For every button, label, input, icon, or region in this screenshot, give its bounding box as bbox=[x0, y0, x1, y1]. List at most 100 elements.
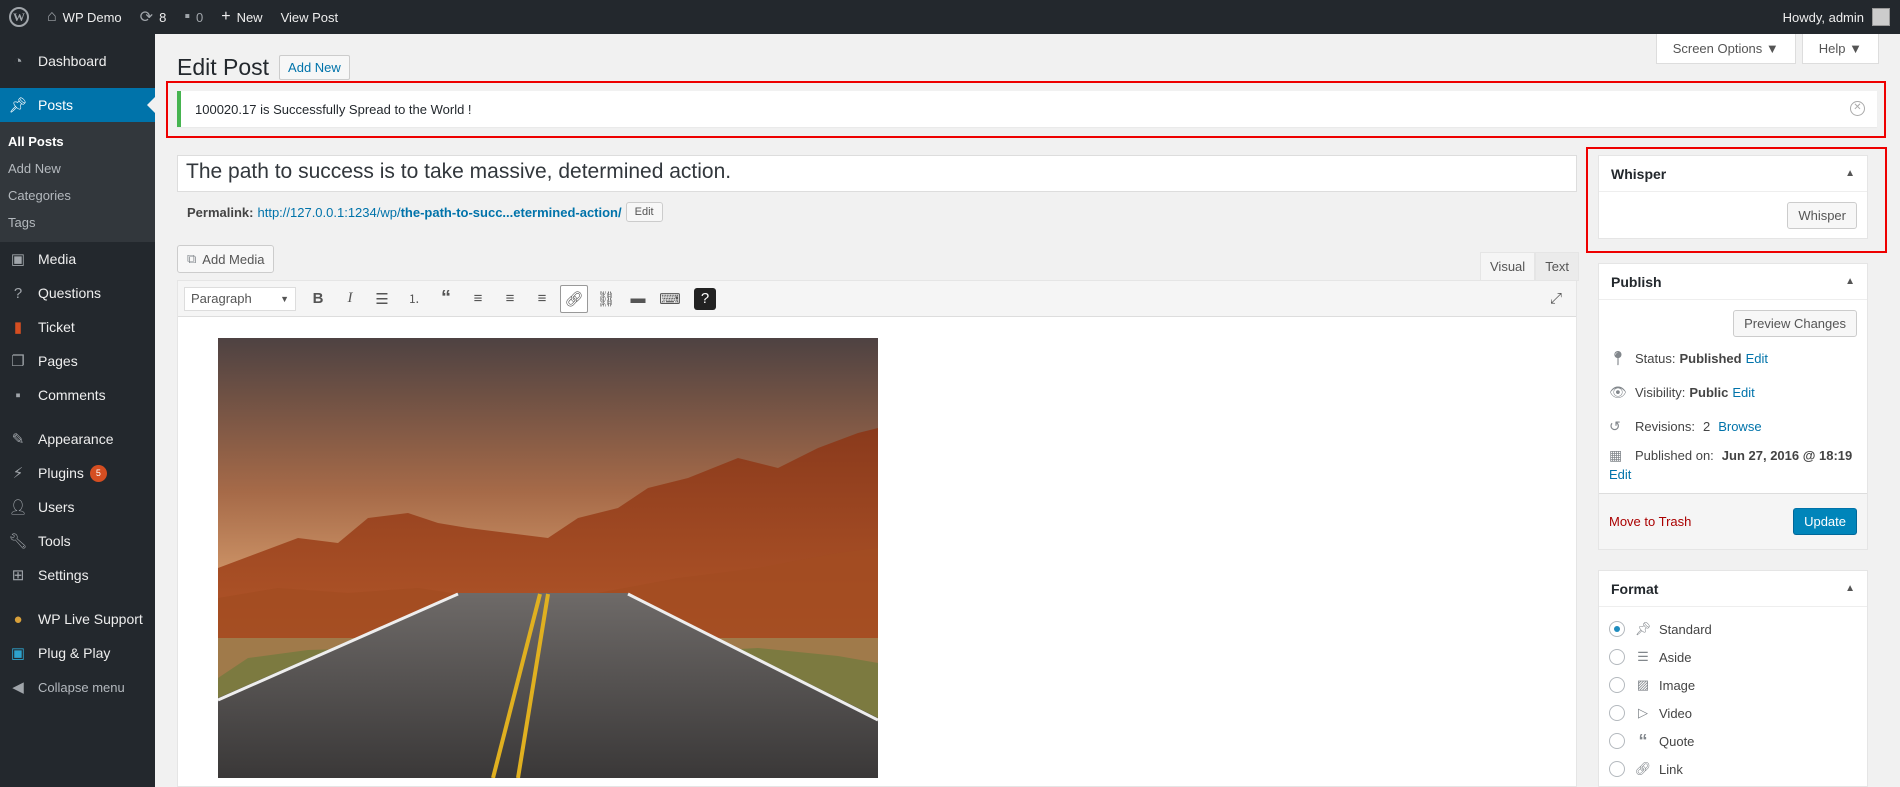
sidebar-item-dashboard[interactable]: ◔ Dashboard bbox=[0, 44, 155, 78]
permalink-link[interactable]: http://127.0.0.1:1234/wp/the-path-to-suc… bbox=[257, 205, 621, 220]
add-new-post-button[interactable]: Add New bbox=[279, 55, 350, 80]
sidebar-subitem-tags[interactable]: Tags bbox=[0, 209, 155, 236]
collapse-menu-button[interactable]: ◀ Collapse menu bbox=[0, 670, 155, 704]
sidebar-item-tools[interactable]: 🔧︎ Tools bbox=[0, 524, 155, 558]
caret-up-icon: ▲ bbox=[1845, 583, 1855, 594]
desert-road-image bbox=[218, 338, 878, 778]
media-icon: ▣ bbox=[10, 251, 26, 268]
comments-icon: ▪ bbox=[15, 386, 21, 404]
visibility-edit-link[interactable]: Edit bbox=[1732, 385, 1754, 400]
screen-options-button[interactable]: Screen Options ▼ bbox=[1655, 34, 1796, 64]
radio-quote[interactable] bbox=[1609, 733, 1625, 749]
post-title-input[interactable]: The path to success is to take massive, … bbox=[177, 155, 1577, 192]
wordpress-logo-button[interactable]: W bbox=[0, 0, 38, 34]
whisper-button[interactable]: Whisper bbox=[1787, 202, 1857, 229]
help-circle-icon[interactable]: ? bbox=[694, 287, 716, 310]
avatar bbox=[1872, 8, 1890, 26]
sidebar-item-media[interactable]: ▣ Media bbox=[0, 242, 155, 276]
keyboard-icon[interactable]: ⌨︎ bbox=[656, 285, 684, 313]
settings-icon: ⊞ bbox=[11, 567, 25, 584]
radio-standard[interactable] bbox=[1609, 621, 1625, 637]
help-button[interactable]: Help ▼ bbox=[1801, 34, 1879, 64]
dismiss-icon[interactable]: ✕ bbox=[1850, 101, 1865, 116]
view-post-link[interactable]: View Post bbox=[272, 0, 348, 34]
sidebar-item-users[interactable]: 👤︎ Users bbox=[0, 490, 155, 524]
add-media-button[interactable]: ⧉ Add Media bbox=[177, 245, 275, 273]
format-box-header[interactable]: Format ▲ bbox=[1599, 571, 1867, 607]
sidebar-subitem-categories[interactable]: Categories bbox=[0, 182, 155, 209]
sidebar-item-wp-live-support[interactable]: ● WP Live Support bbox=[0, 602, 155, 636]
site-name-link[interactable]: ⌂ WP Demo bbox=[38, 0, 131, 34]
format-option-image[interactable]: ▨ Image bbox=[1599, 671, 1867, 699]
align-left-icon[interactable]: ≡ bbox=[464, 285, 492, 313]
align-center-icon[interactable]: ≡ bbox=[496, 285, 524, 313]
format-option-video[interactable]: ▷ Video bbox=[1599, 699, 1867, 727]
wrench-icon: 🔧︎ bbox=[8, 533, 28, 550]
format-option-quote[interactable]: “Quote bbox=[1599, 727, 1867, 755]
sidebar-subitem-add-new[interactable]: Add New bbox=[0, 155, 155, 182]
publish-box-header[interactable]: Publish ▲ bbox=[1599, 264, 1867, 300]
tab-visual[interactable]: Visual bbox=[1480, 252, 1536, 281]
whisper-box-header[interactable]: Whisper ▲ bbox=[1599, 156, 1867, 192]
live-support-icon: ● bbox=[13, 610, 23, 628]
page-heading: Edit Post Add New bbox=[177, 54, 350, 81]
tab-text[interactable]: Text bbox=[1535, 252, 1580, 281]
post-featured-image bbox=[218, 338, 878, 778]
sidebar-item-plugins[interactable]: ⚡︎ Plugins 5 bbox=[0, 456, 155, 490]
whisper-box: Whisper ▲ Whisper bbox=[1598, 155, 1868, 239]
numbered-list-icon[interactable]: ⒈ bbox=[400, 285, 428, 313]
aside-icon: ☰ bbox=[1637, 649, 1649, 664]
notice-text: 100020.17 is Successfully Spread to the … bbox=[195, 101, 472, 117]
updates-link[interactable]: ⟳ 8 bbox=[131, 0, 176, 34]
link-icon[interactable]: 🔗︎ bbox=[560, 284, 588, 313]
published-on-edit-link[interactable]: Edit bbox=[1609, 467, 1631, 482]
radio-link[interactable] bbox=[1609, 761, 1625, 777]
preview-changes-button[interactable]: Preview Changes bbox=[1733, 310, 1857, 337]
comments-link[interactable]: ▪ 0 bbox=[175, 0, 212, 34]
sidebar-item-questions[interactable]: ? Questions bbox=[0, 276, 155, 310]
pin-icon: 📍︎ bbox=[1609, 349, 1627, 366]
sidebar-subitem-all-posts[interactable]: All Posts bbox=[0, 128, 155, 155]
plugins-update-badge: 5 bbox=[89, 464, 107, 482]
sidebar-item-posts[interactable]: 📌︎ Posts bbox=[0, 88, 155, 122]
sidebar-item-comments[interactable]: ▪ Comments bbox=[0, 378, 155, 412]
editor-toolbar: Paragraph ▼ B I ☰ ⒈ “ ≡ ≡ ≡ 🔗︎ ⛓︎ ▬ ⌨︎ ? … bbox=[178, 281, 1576, 317]
comment-bubble-icon: ▪ bbox=[184, 8, 190, 25]
question-icon: ? bbox=[13, 284, 23, 302]
italic-icon[interactable]: I bbox=[336, 285, 364, 313]
format-box: Format ▲ 📌︎ Standard ☰ Aside ▨ Image ▷ Video … bbox=[1598, 570, 1868, 787]
ticket-icon: ▮ bbox=[13, 319, 23, 336]
radio-video[interactable] bbox=[1609, 705, 1625, 721]
format-option-aside[interactable]: ☰ Aside bbox=[1599, 643, 1867, 671]
align-right-icon[interactable]: ≡ bbox=[528, 285, 556, 313]
quote-icon: “ bbox=[1638, 730, 1648, 751]
browse-revisions-link[interactable]: Browse bbox=[1718, 419, 1761, 434]
radio-aside[interactable] bbox=[1609, 649, 1625, 665]
format-option-standard[interactable]: 📌︎ Standard bbox=[1599, 615, 1867, 643]
fullscreen-icon[interactable]: ⤢ bbox=[1542, 285, 1570, 313]
format-select[interactable]: Paragraph ▼ bbox=[184, 286, 296, 311]
unlink-icon[interactable]: ⛓︎ bbox=[592, 285, 620, 313]
permalink-row: Permalink: http://127.0.0.1:1234/wp/the-… bbox=[187, 202, 663, 222]
status-edit-link[interactable]: Edit bbox=[1746, 351, 1768, 366]
wordpress-logo-icon: W bbox=[9, 7, 29, 27]
bold-icon[interactable]: B bbox=[304, 285, 332, 313]
read-more-icon[interactable]: ▬ bbox=[624, 285, 652, 313]
account-menu[interactable]: Howdy, admin bbox=[1774, 0, 1900, 34]
move-to-trash-link[interactable]: Move to Trash bbox=[1609, 514, 1691, 529]
collapse-arrow-icon: ◀ bbox=[12, 679, 24, 696]
dashboard-icon: ◔ bbox=[13, 52, 23, 70]
update-button[interactable]: Update bbox=[1793, 508, 1857, 535]
media-icon: ⧉ bbox=[187, 251, 197, 266]
sidebar-item-pages[interactable]: ❐ Pages bbox=[0, 344, 155, 378]
sidebar-item-ticket[interactable]: ▮ Ticket bbox=[0, 310, 155, 344]
radio-image[interactable] bbox=[1609, 677, 1625, 693]
sidebar-item-appearance[interactable]: ✎ Appearance bbox=[0, 422, 155, 456]
blockquote-icon[interactable]: “ bbox=[432, 285, 460, 313]
bullet-list-icon[interactable]: ☰ bbox=[368, 285, 396, 313]
format-option-link[interactable]: 🔗︎ Link bbox=[1599, 755, 1867, 783]
permalink-edit-button[interactable]: Edit bbox=[625, 202, 663, 222]
new-content-link[interactable]: + New bbox=[212, 0, 271, 34]
sidebar-item-plug-play[interactable]: ▣ Plug & Play bbox=[0, 636, 155, 670]
sidebar-item-settings[interactable]: ⊞ Settings bbox=[0, 558, 155, 592]
